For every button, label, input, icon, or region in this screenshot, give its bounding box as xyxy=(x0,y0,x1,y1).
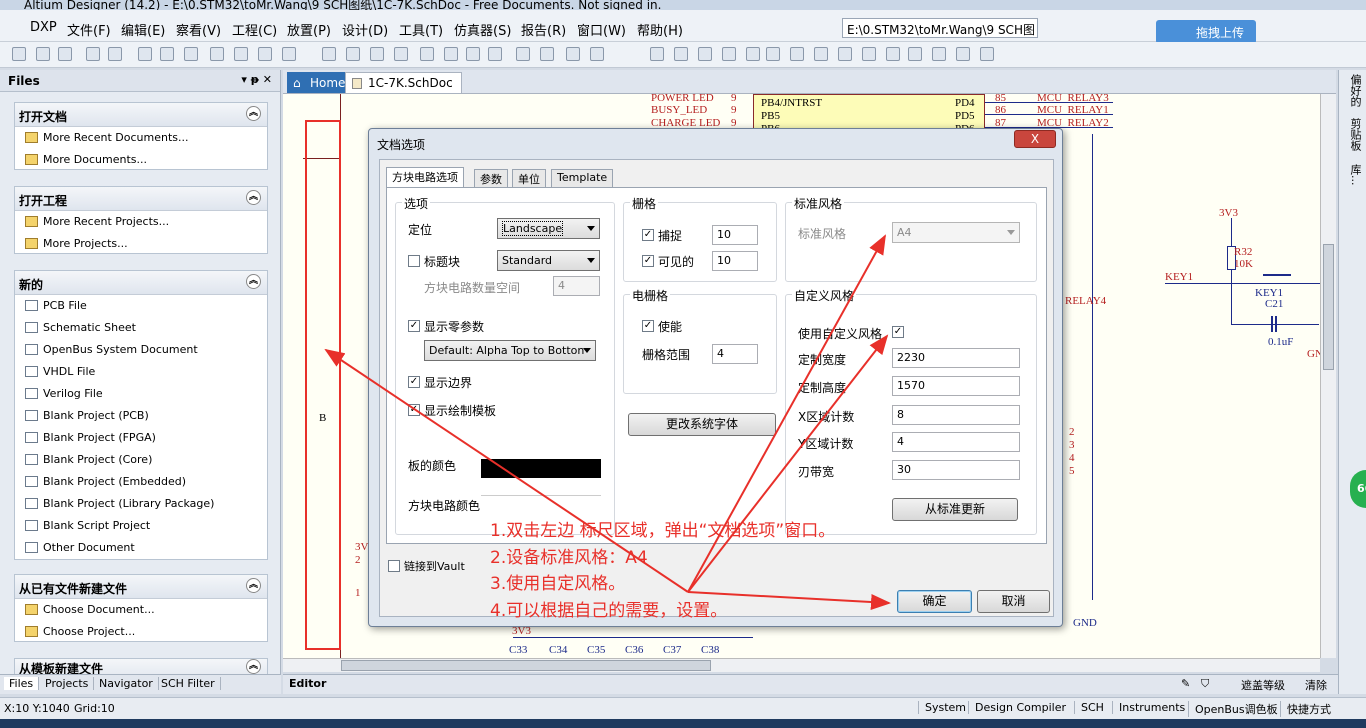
note-line: 1.双击左边 标尺区域，弹出“文档选项”窗口。 xyxy=(490,521,836,541)
note-line: 4.可以根据自己的需要，设置。 xyxy=(490,600,728,621)
note-line: 2.设备标准风格：A4 xyxy=(490,547,648,568)
annotation-note: 1.双击左边 标尺区域，弹出“文档选项”窗口。 2.设备标准风格：A4 3.使用… xyxy=(490,518,835,624)
note-line: 3.使用自定风格。 xyxy=(490,574,626,594)
